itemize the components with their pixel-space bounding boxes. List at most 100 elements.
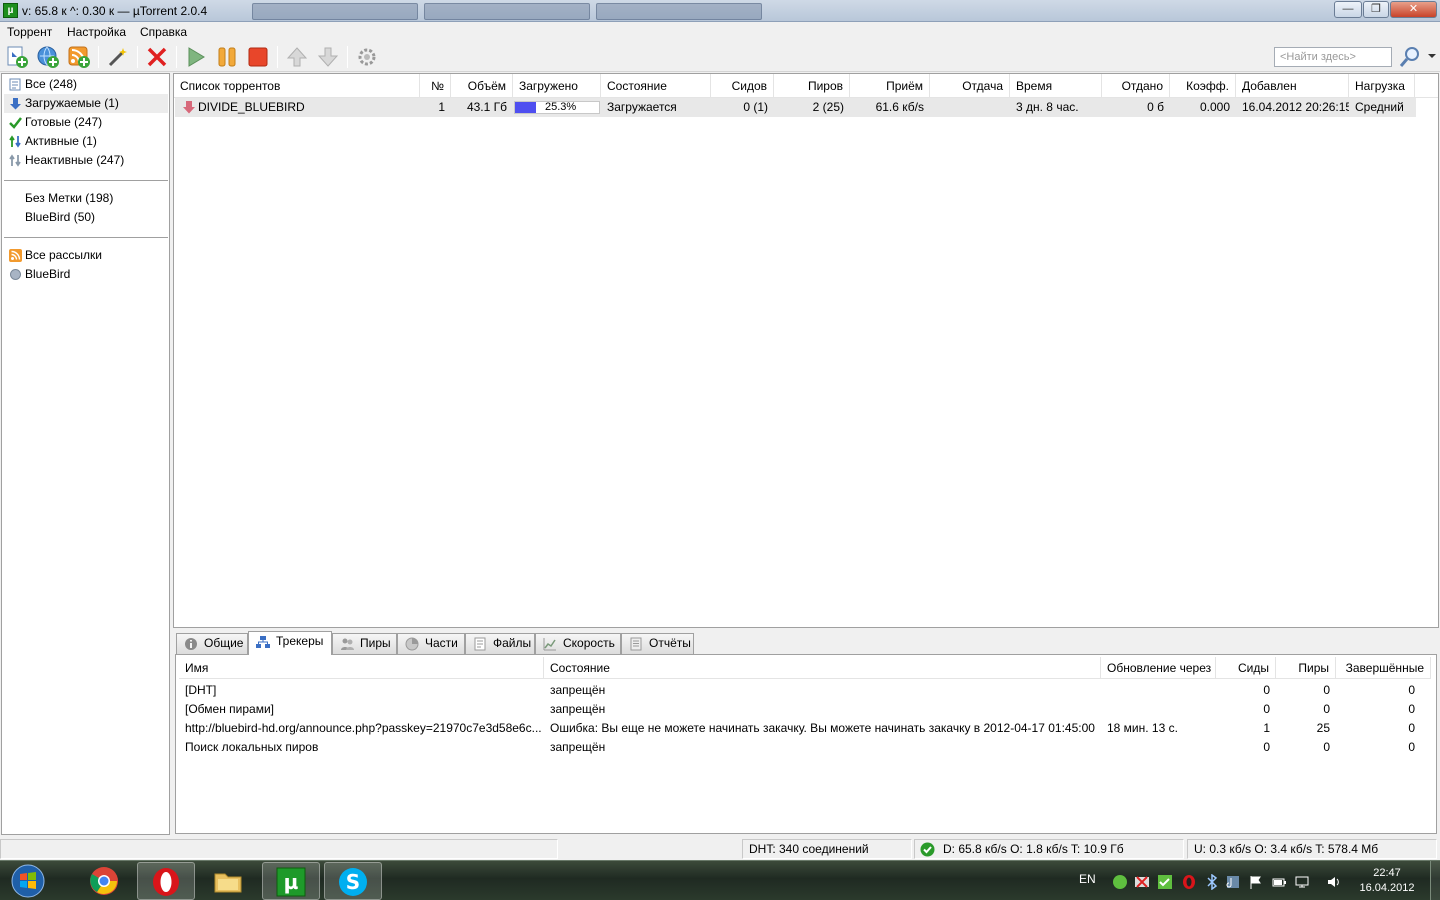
tab-label: Скорость <box>563 636 615 650</box>
power-icon[interactable] <box>1271 874 1287 890</box>
column-header-number[interactable]: № <box>420 74 451 98</box>
taskbar-explorer[interactable] <box>200 862 258 900</box>
sidebar-item-all[interactable]: Все (248) <box>4 75 168 94</box>
tab-peers[interactable]: Пиры <box>332 633 397 654</box>
column-header-added[interactable]: Добавлен <box>1236 74 1349 98</box>
active-arrows-icon <box>9 135 21 148</box>
sidebar-item-downloading[interactable]: Загружаемые (1) <box>4 94 168 113</box>
column-header-name[interactable]: Список торрентов <box>174 74 420 98</box>
tray-utorrent-icon[interactable] <box>1157 874 1173 890</box>
column-header-down-speed[interactable]: Приём <box>850 74 930 98</box>
tracker-completed: 0 <box>1408 702 1415 716</box>
column-header-seeds[interactable]: Сидов <box>711 74 774 98</box>
sidebar-item-inactive[interactable]: Неактивные (247) <box>4 151 168 170</box>
title-bar[interactable]: µ v: 65.8 к ^: 0.30 к — µTorrent 2.0.4 —… <box>0 0 1440 22</box>
add-torrent-icon[interactable] <box>5 45 29 69</box>
column-header-tracker-peers[interactable]: Пиры <box>1276 657 1336 679</box>
tab-general[interactable]: Общие <box>176 633 248 654</box>
show-desktop-button[interactable] <box>1430 861 1440 900</box>
tracker-update-in <box>1101 681 1216 700</box>
column-header-availability[interactable]: Нагрузка <box>1349 74 1415 98</box>
tracker-seeds: 0 <box>1263 702 1270 716</box>
utorrent-app-icon[interactable]: µ <box>3 3 18 18</box>
inactive-arrows-icon <box>9 154 21 167</box>
stop-icon[interactable] <box>246 45 270 69</box>
taskbar-skype[interactable]: S <box>324 862 382 900</box>
tracker-status: запрещён <box>550 740 606 754</box>
column-header-ratio[interactable]: Коэфф. <box>1170 74 1236 98</box>
move-down-icon[interactable] <box>316 45 340 69</box>
tracker-row[interactable]: [Обмен пирами] запрещён 0 0 0 <box>179 700 1431 719</box>
bluetooth-icon[interactable] <box>1204 874 1220 890</box>
menu-help[interactable]: Справка <box>140 25 187 39</box>
tracker-status: Ошибка: Вы еще не можете начинать закачк… <box>550 721 1095 735</box>
column-header-peers[interactable]: Пиров <box>774 74 850 98</box>
tab-speed[interactable]: Скорость <box>535 633 621 654</box>
tab-logger[interactable]: Отчёты <box>621 633 694 654</box>
sidebar-item-label: Готовые (247) <box>25 115 103 129</box>
add-rss-icon[interactable] <box>67 45 91 69</box>
search-icon[interactable] <box>1398 45 1424 69</box>
menu-torrent[interactable]: Торрент <box>7 25 52 39</box>
action-center-flag-icon[interactable] <box>1248 874 1264 890</box>
maximize-button[interactable]: ❐ <box>1363 1 1389 18</box>
menu-settings[interactable]: Настройка <box>67 25 126 39</box>
taskbar-clock[interactable]: 22:47 16.04.2012 <box>1352 866 1422 896</box>
status-download[interactable]: D: 65.8 кб/s O: 1.8 кб/s T: 10.9 Гб <box>914 839 1184 859</box>
tray-app-icon[interactable] <box>1112 874 1128 890</box>
close-button[interactable]: ✕ <box>1390 1 1437 18</box>
add-url-icon[interactable] <box>36 45 60 69</box>
column-header-update-in[interactable]: Обновление через <box>1101 657 1216 679</box>
sidebar-item-completed[interactable]: Готовые (247) <box>4 113 168 132</box>
search-input[interactable]: <Найти здесь> <box>1274 47 1392 67</box>
language-indicator[interactable]: EN <box>1079 872 1096 886</box>
tracker-row[interactable]: [DHT] запрещён 0 0 0 <box>179 681 1431 700</box>
pause-icon[interactable] <box>215 45 239 69</box>
chevron-down-icon[interactable] <box>1427 52 1437 60</box>
column-header-done[interactable]: Загружено <box>513 74 601 98</box>
status-dht[interactable]: DHT: 340 соединений <box>742 839 912 859</box>
column-header-uploaded[interactable]: Отдано <box>1102 74 1170 98</box>
sidebar-item-active[interactable]: Активные (1) <box>4 132 168 151</box>
status-upload[interactable]: U: 0.3 кб/s O: 3.4 кб/s T: 578.4 Мб <box>1187 839 1437 859</box>
sidebar-item-all-feeds[interactable]: Все рассылки <box>4 246 168 265</box>
taskbar-utorrent[interactable]: µ <box>262 862 320 900</box>
minimize-button[interactable]: — <box>1334 1 1362 18</box>
tab-trackers[interactable]: Трекеры <box>248 631 332 655</box>
column-header-up-speed[interactable]: Отдача <box>930 74 1010 98</box>
column-header-status[interactable]: Состояние <box>601 74 711 98</box>
tray-audio-app-icon[interactable] <box>1225 874 1241 890</box>
volume-icon[interactable] <box>1326 874 1342 890</box>
sidebar-item-feed-bluebird[interactable]: BlueBird <box>4 265 168 284</box>
sidebar-item-no-label[interactable]: Без Метки (198) <box>4 189 168 208</box>
start-icon[interactable] <box>184 45 208 69</box>
column-header-tracker-completed[interactable]: Завершённые <box>1336 657 1431 679</box>
start-button[interactable] <box>4 861 52 900</box>
tab-files[interactable]: Файлы <box>465 633 535 654</box>
move-up-icon[interactable] <box>285 45 309 69</box>
tracker-row[interactable]: Поиск локальных пиров запрещён 0 0 0 <box>179 738 1431 757</box>
column-header-tracker-name[interactable]: Имя <box>179 657 544 679</box>
sidebar-item-label-bluebird[interactable]: BlueBird (50) <box>4 208 168 227</box>
tracker-row[interactable]: http://bluebird-hd.org/announce.php?pass… <box>179 719 1431 738</box>
status-download-text: D: 65.8 кб/s O: 1.8 кб/s T: 10.9 Гб <box>943 842 1124 856</box>
background-window-tab <box>424 3 590 20</box>
torrent-down-speed: 61.6 кб/s <box>875 100 924 114</box>
column-header-tracker-status[interactable]: Состояние <box>544 657 1101 679</box>
taskbar-chrome[interactable] <box>76 862 134 900</box>
column-header-size[interactable]: Объём <box>451 74 513 98</box>
column-header-eta[interactable]: Время <box>1010 74 1102 98</box>
tray-opera-icon[interactable] <box>1181 874 1197 890</box>
remove-icon[interactable] <box>145 45 169 69</box>
torrent-row[interactable]: DIVIDE_BLUEBIRD 1 43.1 Гб 25.3% Загружае… <box>175 98 1416 117</box>
network-icon[interactable] <box>1294 874 1310 890</box>
settings-icon[interactable] <box>355 45 379 69</box>
taskbar-opera[interactable] <box>137 862 195 900</box>
tab-pieces[interactable]: Части <box>397 633 465 654</box>
create-torrent-icon[interactable] <box>106 45 130 69</box>
toolbar: <Найти здесь> <box>0 42 1440 72</box>
column-header-tracker-seeds[interactable]: Сиды <box>1216 657 1276 679</box>
torrent-eta: 3 дн. 8 час. <box>1016 100 1079 114</box>
tray-mail-icon[interactable] <box>1134 874 1150 890</box>
clock-date: 16.04.2012 <box>1359 882 1415 894</box>
